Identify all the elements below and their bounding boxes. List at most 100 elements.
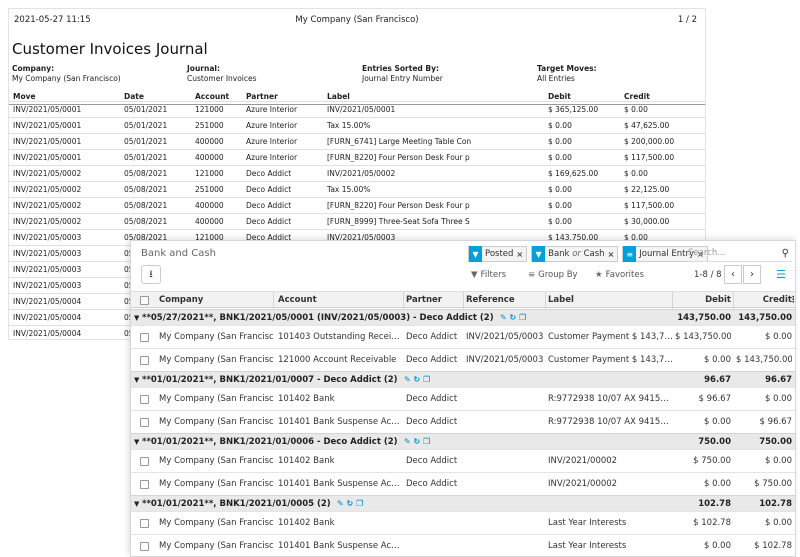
filter-icon: ▼ <box>532 246 546 262</box>
report-cell: $ 169,625.00 <box>548 169 599 178</box>
cell-label: Customer Payment $ 143,750.00 - Deco Add… <box>548 332 673 342</box>
table-row[interactable]: My Company (San Francisco) 101402 Bank Dec… <box>131 449 795 472</box>
row-checkbox[interactable] <box>140 542 149 551</box>
report-column-header: Credit <box>624 92 650 101</box>
table-row[interactable]: My Company (San Francisco) 101401 Bank Su… <box>131 472 795 495</box>
report-cell: INV/2021/05/0002 <box>13 169 82 178</box>
optional-columns-icon[interactable]: ⋮ <box>789 295 795 305</box>
cell-account: 101402 Bank <box>278 518 335 528</box>
refresh-icon[interactable]: ↻ <box>414 437 421 446</box>
row-checkbox[interactable] <box>140 395 149 404</box>
caret-down-icon[interactable]: ▼ <box>134 314 139 322</box>
cell-debit: $ 0.00 <box>703 479 731 489</box>
column-header-company[interactable]: Company <box>159 295 274 305</box>
row-checkbox[interactable] <box>140 356 149 365</box>
column-header-debit[interactable]: Debit <box>675 295 731 305</box>
select-all-checkbox[interactable] <box>140 296 149 305</box>
column-header-credit[interactable]: Credit <box>736 295 792 305</box>
facet-bank-cash[interactable]: ▼ Bank or Cash × <box>531 246 619 262</box>
report-cell: Tax 15.00% <box>327 185 371 194</box>
report-cell: INV/2021/05/0003 <box>13 265 82 274</box>
row-checkbox[interactable] <box>140 519 149 528</box>
funnel-icon: ▼ <box>471 270 478 280</box>
copy-icon[interactable]: ❐ <box>519 313 526 322</box>
list-view-icon[interactable]: ☰ <box>776 268 786 281</box>
table-row[interactable]: My Company (San Francisco) 101402 Bank Dec… <box>131 387 795 410</box>
report-cell: $ 0.00 <box>624 169 648 178</box>
report-row: INV/2021/05/0002 05/08/2021 251000 Deco Add… <box>9 181 705 197</box>
report-column-header: Move <box>13 92 36 101</box>
edit-icon[interactable]: ✎ <box>404 375 411 384</box>
report-cell: INV/2021/05/0004 <box>13 313 82 322</box>
search-input[interactable]: Search... <box>688 245 792 262</box>
cell-credit: $ 750.00 <box>754 479 792 489</box>
column-separator[interactable] <box>545 292 546 309</box>
group-actions[interactable]: ✎ ↻ ❐ <box>404 375 430 384</box>
table-row[interactable]: My Company (San Francisco) 101401 Bank Su… <box>131 410 795 433</box>
chevron-right-icon[interactable]: › <box>743 265 761 284</box>
cell-credit: $ 96.67 <box>759 417 792 427</box>
close-icon[interactable]: × <box>608 250 618 259</box>
caret-down-icon[interactable]: ▼ <box>134 438 139 446</box>
caret-down-icon[interactable]: ▼ <box>134 376 139 384</box>
edit-icon[interactable]: ✎ <box>404 437 411 446</box>
table-row[interactable]: My Company (San Francisco) 121000 Account… <box>131 348 795 371</box>
row-checkbox[interactable] <box>140 457 149 466</box>
copy-icon[interactable]: ❐ <box>356 499 363 508</box>
caret-down-icon[interactable]: ▼ <box>134 500 139 508</box>
groupby-button[interactable]: ≡ Group By <box>528 270 578 280</box>
filters-button[interactable]: ▼ Filters <box>471 270 506 280</box>
row-checkbox[interactable] <box>140 418 149 427</box>
table-row[interactable]: My Company (San Francisco) 101403 Outstan… <box>131 325 795 348</box>
column-separator[interactable] <box>733 292 734 309</box>
group-debit-total: 143,750.00 <box>677 313 731 323</box>
group-title: **05/27/2021**, BNK1/2021/05/0001 (INV/2… <box>142 313 494 323</box>
cell-credit: $ 143,750.00 <box>736 355 792 365</box>
group-actions[interactable]: ✎ ↻ ❐ <box>404 437 430 446</box>
report-meta-company: Company: My Company (San Francisco) <box>12 64 121 83</box>
report-cell: INV/2021/05/0004 <box>13 329 82 338</box>
refresh-icon[interactable]: ↻ <box>414 375 421 384</box>
group-row[interactable]: ▼ **01/01/2021**, BNK1/2021/01/0006 - Dec… <box>131 433 795 449</box>
pager-value[interactable]: 1-8 / 8 <box>694 270 722 280</box>
group-row[interactable]: ▼ **01/01/2021**, BNK1/2021/01/0007 - Dec… <box>131 371 795 387</box>
cell-account: 101401 Bank Suspense Account <box>278 417 402 427</box>
edit-icon[interactable]: ✎ <box>500 313 507 322</box>
copy-icon[interactable]: ❐ <box>423 375 430 384</box>
copy-icon[interactable]: ❐ <box>423 437 430 446</box>
refresh-icon[interactable]: ↻ <box>347 499 354 508</box>
report-company: My Company (San Francisco) <box>295 15 419 25</box>
row-checkbox[interactable] <box>140 480 149 489</box>
chevron-left-icon[interactable]: ‹ <box>724 265 742 284</box>
table-row[interactable]: My Company (San Francisco) 101401 Bank Su… <box>131 534 795 556</box>
report-cell: INV/2021/05/0002 <box>13 185 82 194</box>
facet-posted[interactable]: ▼ Posted × <box>468 246 528 262</box>
column-header-partner[interactable]: Partner <box>406 295 464 305</box>
breadcrumb-title[interactable]: Bank and Cash <box>141 248 216 259</box>
search-icon[interactable]: ⚲ <box>782 248 789 259</box>
close-icon[interactable]: × <box>516 250 526 259</box>
column-header-reference[interactable]: Reference <box>466 295 544 305</box>
report-cell: 05/01/2021 <box>124 105 168 114</box>
group-credit-total: 102.78 <box>759 499 792 509</box>
column-separator[interactable] <box>403 292 404 309</box>
group-row[interactable]: ▼ **05/27/2021**, BNK1/2021/05/0001 (INV/… <box>131 309 795 325</box>
group-actions[interactable]: ✎ ↻ ❐ <box>500 313 526 322</box>
group-row[interactable]: ▼ **01/01/2021**, BNK1/2021/01/0005 (2) ✎ … <box>131 495 795 511</box>
report-cell: $ 365,125.00 <box>548 105 599 114</box>
column-header-account[interactable]: Account <box>278 295 402 305</box>
download-icon[interactable]: ⭳ <box>141 265 161 284</box>
cell-label: INV/2021/00002 <box>548 479 618 489</box>
refresh-icon[interactable]: ↻ <box>510 313 517 322</box>
cell-debit: $ 0.00 <box>703 417 731 427</box>
table-row[interactable]: My Company (San Francisco) 101402 Bank Las… <box>131 511 795 534</box>
favorites-button[interactable]: ★ Favorites <box>595 270 644 280</box>
report-cell: 05/01/2021 <box>124 137 168 146</box>
column-header-label[interactable]: Label <box>548 295 673 305</box>
row-checkbox[interactable] <box>140 333 149 342</box>
report-cell: 05/01/2021 <box>124 153 168 162</box>
group-actions[interactable]: ✎ ↻ ❐ <box>337 499 363 508</box>
edit-icon[interactable]: ✎ <box>337 499 344 508</box>
report-cell: $ 0.00 <box>548 217 572 226</box>
report-cell: $ 117,500.00 <box>624 201 675 210</box>
